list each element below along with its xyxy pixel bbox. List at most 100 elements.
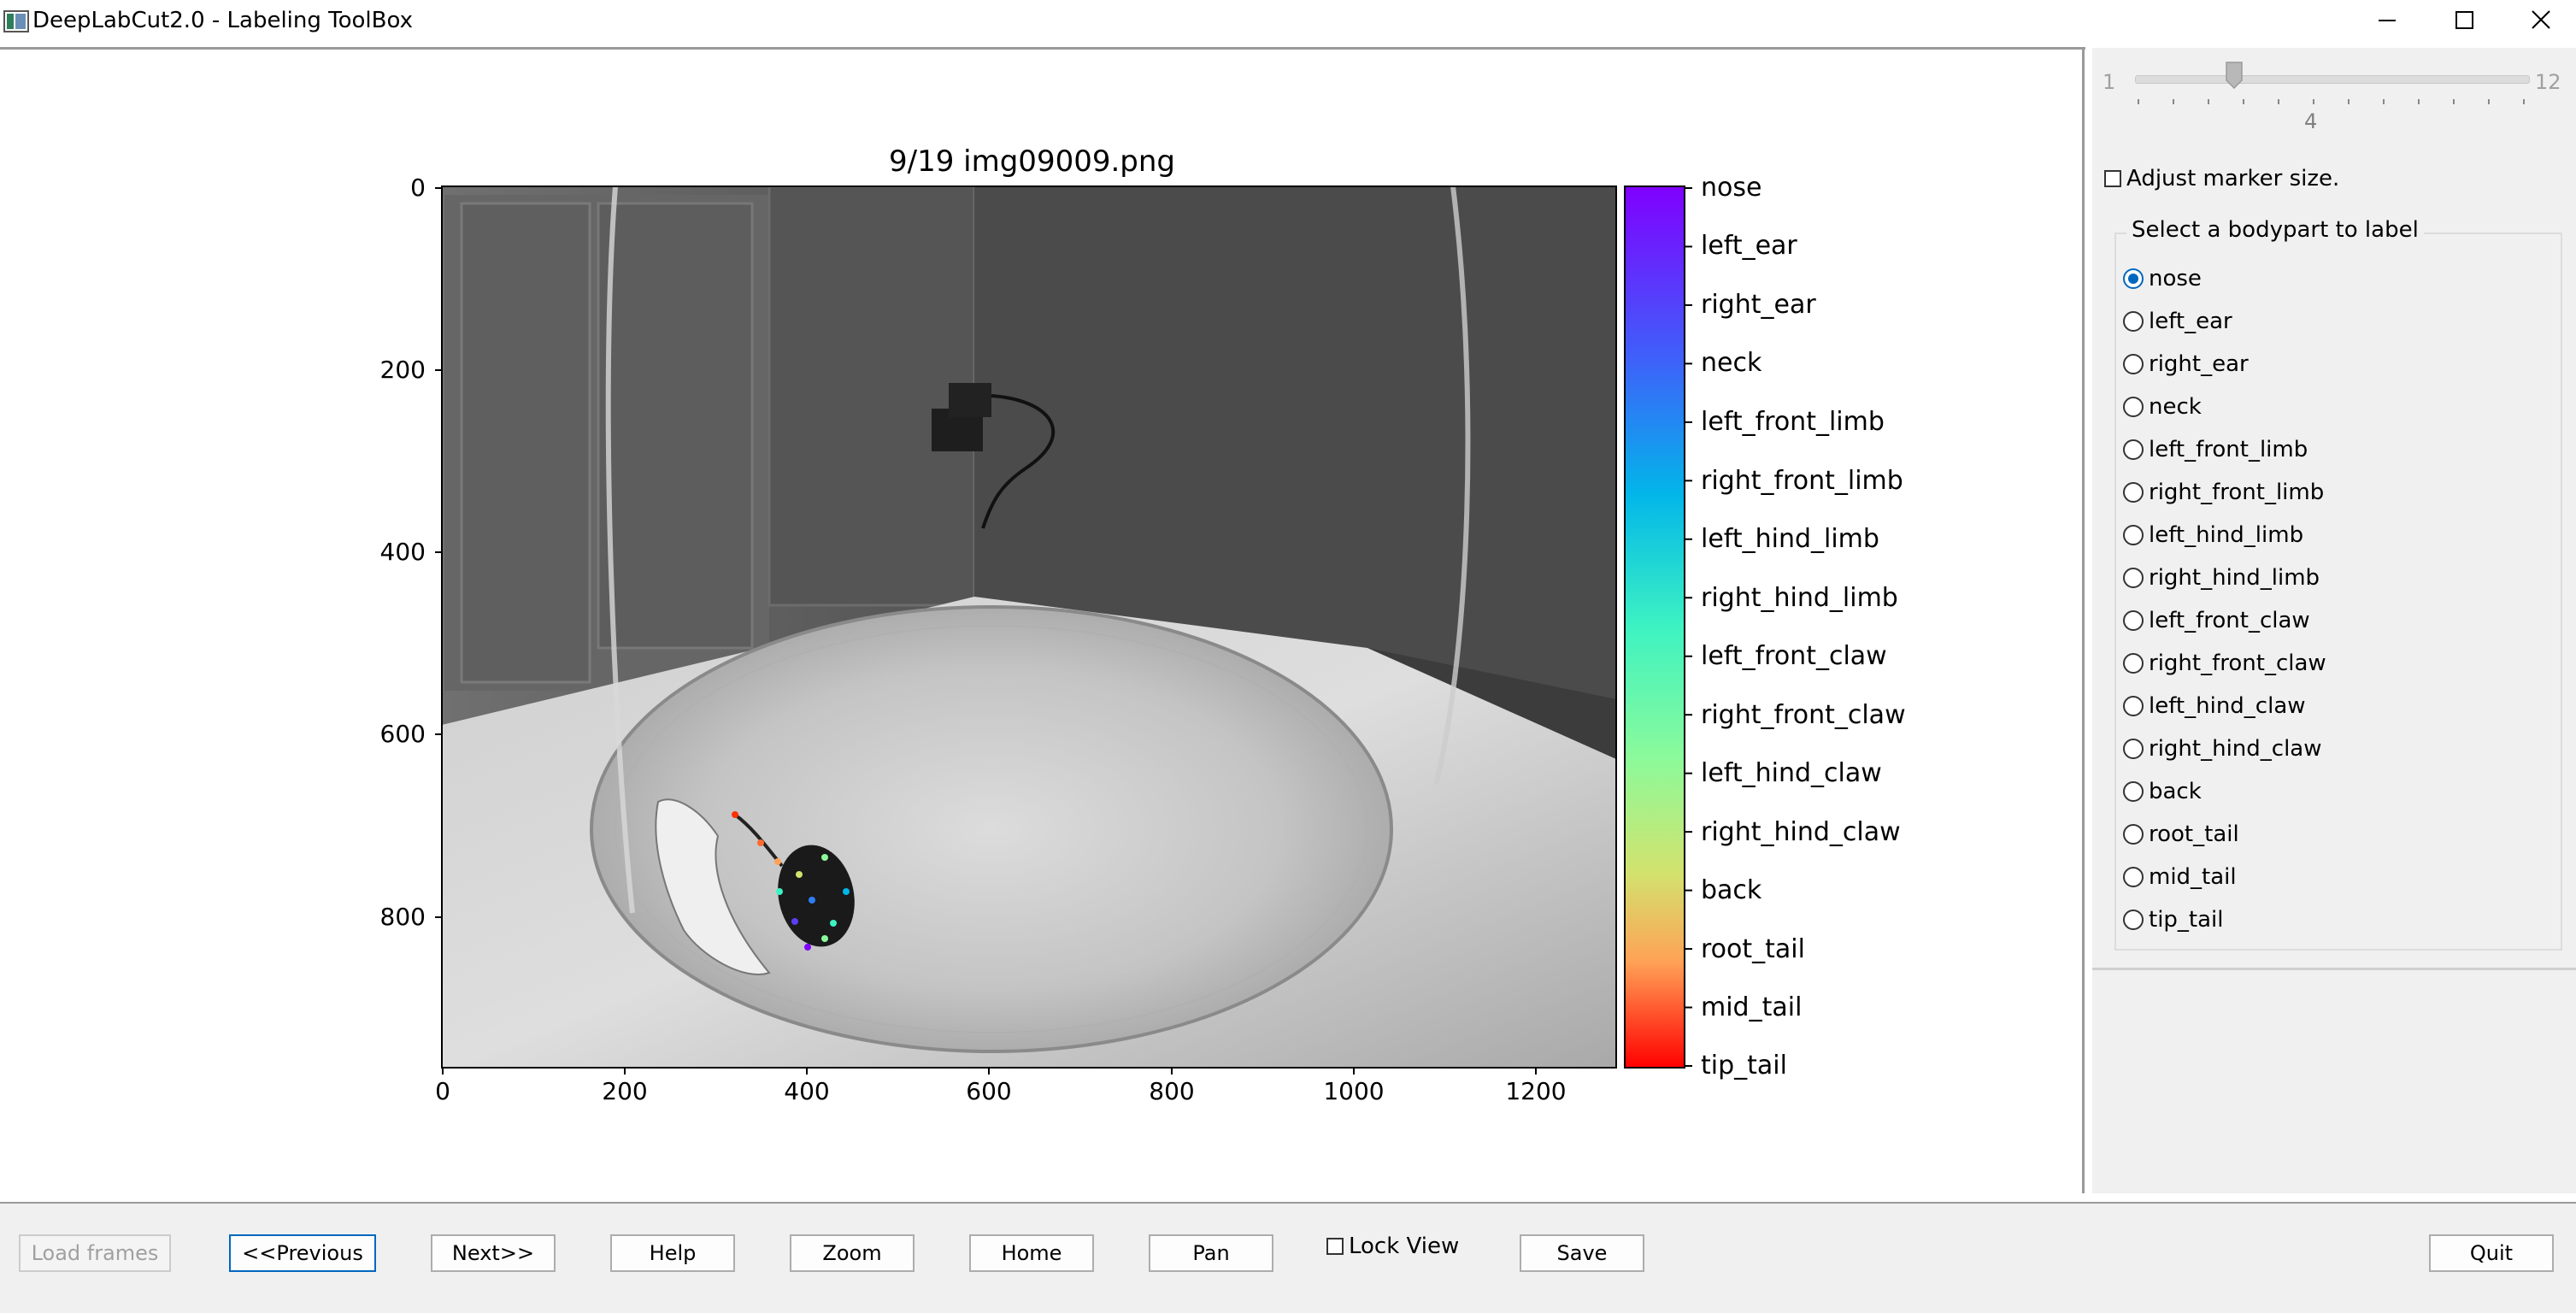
radio-button[interactable] bbox=[2123, 610, 2144, 631]
radio-button[interactable] bbox=[2123, 781, 2144, 802]
bottom-toolbar: Load frames <<Previous Next>> Help Zoom … bbox=[0, 1193, 2576, 1313]
colorbar-label: right_hind_claw bbox=[1701, 817, 1901, 847]
plot-title: 9/19 img09009.png bbox=[889, 144, 1175, 179]
y-tick-label: 0 bbox=[410, 174, 426, 202]
maximize-button[interactable] bbox=[2426, 0, 2502, 43]
x-tick-label: 400 bbox=[784, 1077, 830, 1105]
colorbar-label: nose bbox=[1701, 173, 1762, 203]
window-title: DeepLabCut2.0 - Labeling ToolBox bbox=[32, 8, 413, 33]
next-button[interactable]: Next>> bbox=[431, 1234, 556, 1272]
bodypart-label: left_ear bbox=[2149, 309, 2232, 334]
bodypart-option-right-front-claw[interactable]: right_front_claw bbox=[2123, 648, 2326, 679]
bodypart-label: back bbox=[2149, 779, 2202, 804]
bodypart-option-mid-tail[interactable]: mid_tail bbox=[2123, 862, 2237, 892]
radio-button[interactable] bbox=[2123, 525, 2144, 545]
x-tick-label: 600 bbox=[966, 1077, 1012, 1105]
bodypart-label: left_front_claw bbox=[2149, 608, 2310, 633]
help-button[interactable]: Help bbox=[610, 1234, 735, 1272]
bodypart-label: right_hind_limb bbox=[2149, 565, 2320, 591]
slider-thumb[interactable] bbox=[2226, 62, 2243, 89]
figure-panel-separator bbox=[2082, 48, 2085, 1193]
maximize-icon bbox=[2455, 11, 2473, 29]
bodypart-option-left-front-claw[interactable]: left_front_claw bbox=[2123, 605, 2310, 636]
x-tick-label: 800 bbox=[1149, 1077, 1195, 1105]
home-button[interactable]: Home bbox=[969, 1234, 1094, 1272]
pan-button[interactable]: Pan bbox=[1149, 1234, 1273, 1272]
colorbar-label: left_front_limb bbox=[1701, 407, 1885, 437]
title-bar: DeepLabCut2.0 - Labeling ToolBox bbox=[0, 0, 2576, 48]
bodypart-option-right-front-limb[interactable]: right_front_limb bbox=[2123, 477, 2324, 508]
bodypart-option-right-hind-limb[interactable]: right_hind_limb bbox=[2123, 562, 2320, 593]
y-axis-ticks bbox=[435, 187, 442, 918]
bodypart-option-back[interactable]: back bbox=[2123, 776, 2202, 807]
adjust-marker-size-toggle[interactable]: Adjust marker size. bbox=[2104, 164, 2339, 193]
colorbar-label: right_front_claw bbox=[1701, 700, 1906, 730]
colorbar-label: root_tail bbox=[1701, 934, 1805, 964]
lock-view-label: Lock View bbox=[1349, 1234, 1460, 1259]
camera-frame-image[interactable] bbox=[442, 186, 1616, 1068]
colorbar-label: right_front_limb bbox=[1701, 466, 1903, 496]
radio-button[interactable] bbox=[2123, 311, 2144, 332]
quit-button[interactable]: Quit bbox=[2429, 1234, 2554, 1272]
bodypart-option-root-tail[interactable]: root_tail bbox=[2123, 819, 2239, 850]
bodypart-label: right_hind_claw bbox=[2149, 736, 2322, 762]
bodypart-option-right-ear[interactable]: right_ear bbox=[2123, 349, 2249, 380]
slider-ticks bbox=[2138, 99, 2525, 104]
bodypart-groupbox-title: Select a bodypart to label bbox=[2126, 215, 2424, 244]
app-icon bbox=[3, 10, 29, 32]
zoom-button[interactable]: Zoom bbox=[790, 1234, 915, 1272]
radio-button[interactable] bbox=[2123, 910, 2144, 930]
previous-button[interactable]: <<Previous bbox=[229, 1234, 376, 1272]
labeling-toolbox-window: DeepLabCut2.0 - Labeling ToolBox 9/19 im… bbox=[0, 0, 2576, 1313]
radio-button[interactable] bbox=[2123, 867, 2144, 887]
bodypart-label: neck bbox=[2149, 394, 2202, 420]
bodypart-label: right_ear bbox=[2149, 351, 2249, 377]
radio-button[interactable] bbox=[2123, 739, 2144, 759]
bodypart-label: mid_tail bbox=[2149, 864, 2237, 890]
radio-button[interactable] bbox=[2123, 439, 2144, 460]
radio-button[interactable] bbox=[2123, 653, 2144, 674]
lock-view-checkbox[interactable] bbox=[1326, 1238, 1344, 1255]
toolbar-separator bbox=[0, 1193, 2576, 1204]
bodypart-label: root_tail bbox=[2149, 821, 2239, 847]
close-button[interactable] bbox=[2502, 0, 2576, 43]
marker-size-slider[interactable]: 1 12 4 bbox=[2092, 48, 2576, 159]
bodypart-option-neck[interactable]: neck bbox=[2123, 392, 2202, 422]
bodypart-label: right_front_claw bbox=[2149, 651, 2326, 676]
radio-button[interactable] bbox=[2123, 482, 2144, 503]
radio-button[interactable] bbox=[2123, 354, 2144, 374]
lock-view-toggle[interactable]: Lock View bbox=[1326, 1231, 1459, 1262]
save-button[interactable]: Save bbox=[1520, 1234, 1644, 1272]
adjust-marker-size-checkbox[interactable] bbox=[2104, 170, 2121, 187]
slider-track[interactable] bbox=[2135, 75, 2530, 84]
colorbar-label: left_ear bbox=[1701, 231, 1797, 261]
bodypart-option-left-ear[interactable]: left_ear bbox=[2123, 306, 2232, 337]
bodypart-option-right-hind-claw[interactable]: right_hind_claw bbox=[2123, 733, 2322, 764]
slider-value-label: 4 bbox=[2304, 109, 2318, 133]
radio-button[interactable] bbox=[2123, 568, 2144, 588]
bodypart-option-nose[interactable]: nose bbox=[2123, 263, 2202, 294]
bodypart-option-tip-tail[interactable]: tip_tail bbox=[2123, 904, 2224, 935]
figure-canvas[interactable]: 9/19 img09009.png 0 200 400 600 800 0 20… bbox=[0, 50, 2082, 1239]
slider-min-label: 1 bbox=[2103, 70, 2116, 94]
colorbar-label: left_hind_limb bbox=[1701, 524, 1879, 554]
y-tick-label: 200 bbox=[379, 356, 426, 384]
bodypart-option-left-front-limb[interactable]: left_front_limb bbox=[2123, 434, 2308, 465]
colorbar-label: right_ear bbox=[1701, 290, 1816, 320]
y-tick-label: 400 bbox=[379, 538, 426, 566]
colorbar-label: left_front_claw bbox=[1701, 641, 1887, 671]
bodypart-option-left-hind-claw[interactable]: left_hind_claw bbox=[2123, 691, 2306, 721]
bodypart-option-left-hind-limb[interactable]: left_hind_limb bbox=[2123, 520, 2303, 551]
colorbar-label: right_hind_limb bbox=[1701, 583, 1898, 613]
bodypart-label: right_front_limb bbox=[2149, 480, 2325, 505]
x-axis-ticks bbox=[442, 1068, 1537, 1075]
x-tick-label: 0 bbox=[435, 1077, 450, 1105]
radio-button[interactable] bbox=[2123, 397, 2144, 417]
radio-button[interactable] bbox=[2123, 268, 2144, 289]
x-tick-label: 200 bbox=[602, 1077, 648, 1105]
radio-button[interactable] bbox=[2123, 696, 2144, 716]
minimize-button[interactable] bbox=[2349, 0, 2426, 43]
load-frames-button[interactable]: Load frames bbox=[19, 1234, 171, 1272]
bodypart-label: left_hind_claw bbox=[2149, 693, 2306, 719]
radio-button[interactable] bbox=[2123, 824, 2144, 845]
